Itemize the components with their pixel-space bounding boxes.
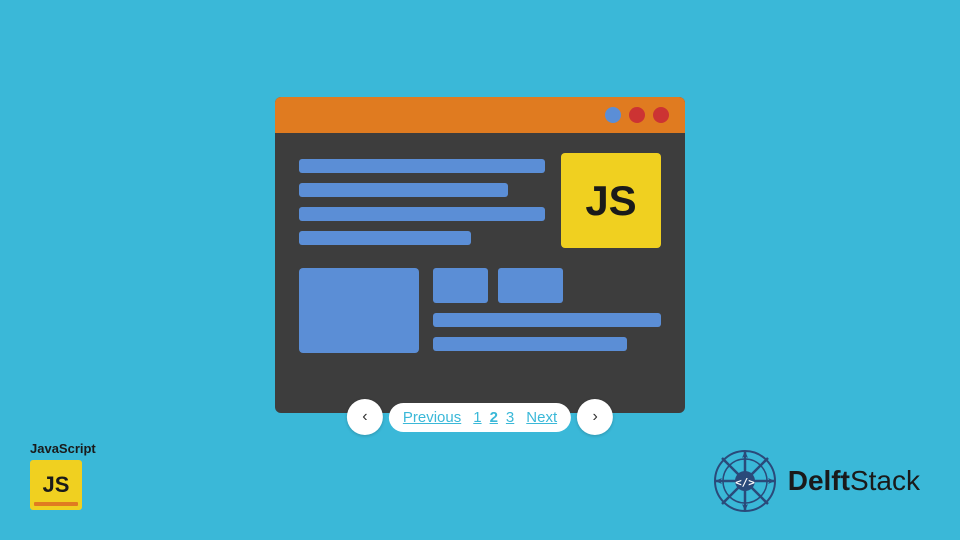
pagination-page-2[interactable]: 2 xyxy=(490,409,498,426)
pagination: ‹ Previous 1 2 3 Next › xyxy=(347,399,613,435)
skeleton-wide-2 xyxy=(433,337,627,351)
window-dot-blue xyxy=(605,107,621,123)
pagination-previous-link[interactable]: Previous xyxy=(403,409,461,426)
browser-content: JS xyxy=(275,133,685,413)
pagination-next-link[interactable]: Next xyxy=(526,409,557,426)
browser-mockup: JS ‹ Previous 1 2 3 xyxy=(275,97,685,413)
js-logo-badge-text: JS xyxy=(43,472,70,498)
delftstack-name: DelftStack xyxy=(788,465,920,497)
skeleton-line-1 xyxy=(299,159,545,173)
pagination-prev-arrow[interactable]: ‹ xyxy=(347,399,383,435)
skeleton-small-1 xyxy=(433,268,488,303)
js-logo-badge: JS xyxy=(30,460,82,510)
skeleton-line-3 xyxy=(299,207,545,221)
window-dot-red2 xyxy=(653,107,669,123)
skeleton-right-blocks xyxy=(433,268,661,353)
pagination-page-3[interactable]: 3 xyxy=(506,409,514,426)
bottom-content-area xyxy=(299,268,661,353)
skeleton-line-4 xyxy=(299,231,471,245)
pagination-page-1[interactable]: 1 xyxy=(473,409,481,426)
delftstack-branding: </> DelftStack xyxy=(714,450,920,512)
js-logo-title: JavaScript xyxy=(30,441,96,456)
skeleton-wide-1 xyxy=(433,313,661,327)
skeleton-small-squares xyxy=(433,268,661,303)
window-dot-red1 xyxy=(629,107,645,123)
js-corner-logo: JavaScript JS xyxy=(30,441,96,510)
delftstack-icon: </> xyxy=(714,450,776,512)
skeleton-line-2 xyxy=(299,183,508,197)
skeleton-text-lines xyxy=(299,153,545,248)
delftstack-name-part1: Delft xyxy=(788,465,850,496)
pagination-links-container: Previous 1 2 3 Next xyxy=(389,403,571,432)
pagination-next-arrow[interactable]: › xyxy=(577,399,613,435)
top-content-area: JS xyxy=(299,153,661,248)
skeleton-small-2 xyxy=(498,268,563,303)
skeleton-block-large xyxy=(299,268,419,353)
js-badge: JS xyxy=(561,153,661,248)
delftstack-name-part2: Stack xyxy=(850,465,920,496)
browser-titlebar xyxy=(275,97,685,133)
svg-text:</>: </> xyxy=(735,476,755,489)
